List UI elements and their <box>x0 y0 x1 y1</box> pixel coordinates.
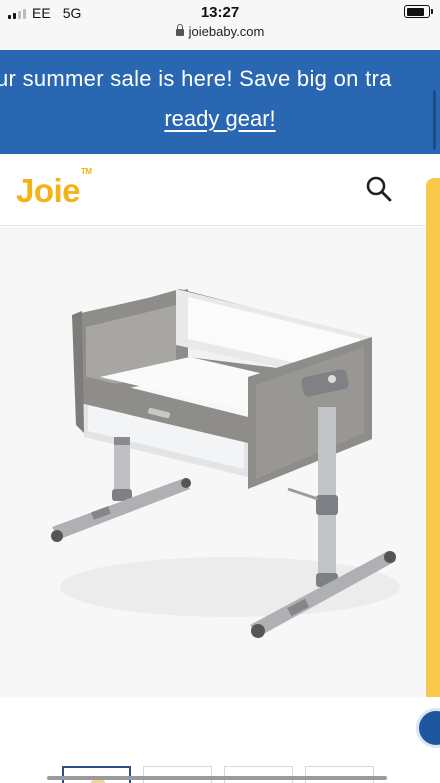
status-bar: EE 5G 13:27 joiebaby.com <box>0 0 440 50</box>
promo-scrollbar <box>433 90 436 150</box>
logo-trademark: TM <box>81 167 92 176</box>
product-image[interactable] <box>0 227 428 697</box>
promo-banner: ur summer sale is here! Save big on tra … <box>0 50 440 154</box>
url-text: joiebaby.com <box>188 24 265 39</box>
home-indicator <box>47 776 387 780</box>
joie-logo[interactable]: JoieTM <box>16 167 92 210</box>
lock-icon <box>175 24 184 36</box>
search-button[interactable] <box>362 172 396 206</box>
logo-text: Joie <box>16 172 81 209</box>
site-header: JoieTM <box>0 154 440 226</box>
thumbnail-4[interactable] <box>305 766 374 783</box>
thumbnail-1[interactable] <box>62 766 131 783</box>
address-bar[interactable]: joiebaby.com <box>0 24 440 39</box>
clock: 13:27 <box>200 4 240 21</box>
thumbnail-3[interactable] <box>224 766 293 783</box>
feedback-side-tab[interactable] <box>426 178 440 708</box>
thumbnail-2[interactable] <box>143 766 212 783</box>
promo-text: ur summer sale is here! Save big on tra <box>0 66 392 91</box>
battery-icon <box>404 5 433 18</box>
thumbnail-strip <box>62 766 374 783</box>
search-icon <box>366 176 392 202</box>
promo-link[interactable]: ready gear! <box>0 106 440 132</box>
bedside-crib-image <box>51 289 400 638</box>
